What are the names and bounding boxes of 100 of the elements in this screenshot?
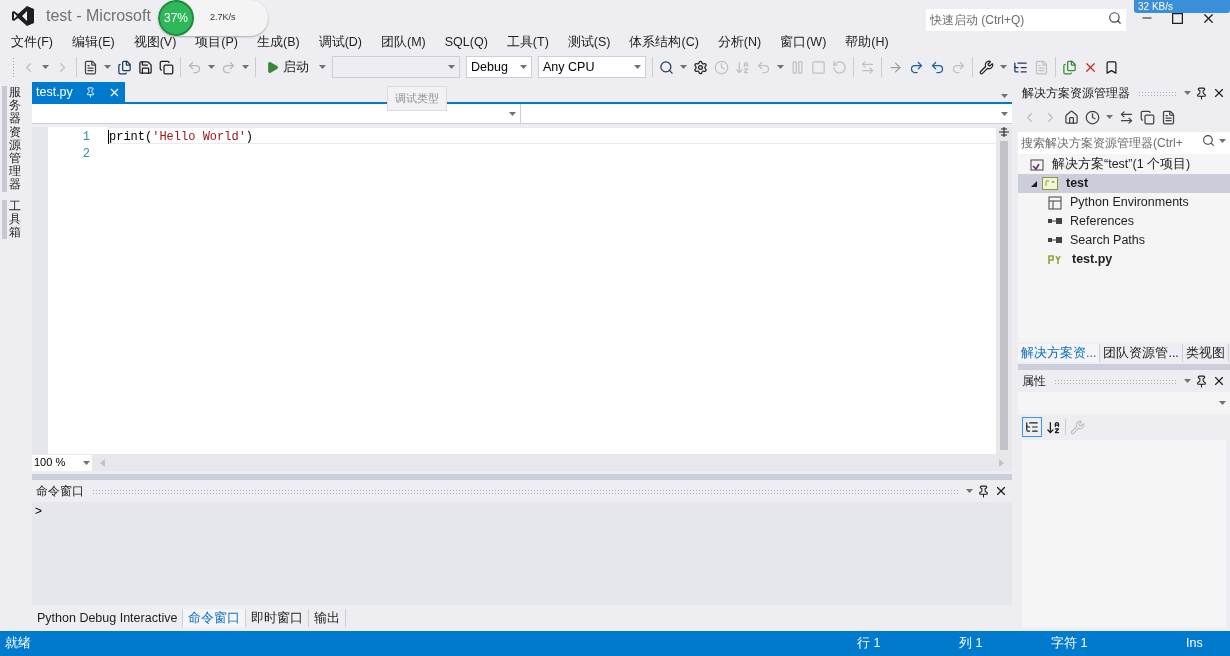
menu-item[interactable]: 窗口(W) (780, 32, 827, 52)
search-icon[interactable] (1202, 134, 1215, 147)
caret-icon (777, 65, 784, 69)
caret-icon (1219, 138, 1226, 143)
home-icon[interactable] (1064, 109, 1079, 125)
caret-icon (1001, 111, 1008, 116)
save-icon[interactable] (138, 59, 153, 75)
search-icon[interactable] (1108, 11, 1122, 25)
column-indicator: 列 1 (959, 635, 984, 653)
bookmark-icon[interactable] (1104, 59, 1119, 75)
expander-icon[interactable] (1030, 179, 1038, 188)
step-over-icon[interactable] (909, 59, 924, 75)
network-speed: 32 KB/s (1138, 1, 1174, 12)
window-title: test - Microsoft (46, 6, 151, 26)
tool-window-tab[interactable]: 命令窗口 (183, 608, 247, 628)
pane-title: 属性 (1022, 373, 1046, 390)
collapse-icon[interactable] (1140, 109, 1155, 125)
dropdown-icon (1184, 91, 1191, 95)
tool-icon[interactable] (979, 59, 994, 75)
download-speed: 2.7K/s (210, 11, 236, 25)
new-file-icon[interactable] (83, 59, 98, 75)
code-line: print('Hello World') (108, 130, 254, 144)
menu-item[interactable]: 项目(P) (195, 32, 238, 52)
menu-item[interactable]: 文件(F) (11, 32, 53, 52)
close-icon[interactable] (1212, 86, 1226, 100)
zoom-dropdown[interactable]: 100 % (32, 454, 92, 471)
tree-item[interactable]: test.py (1018, 250, 1230, 269)
restart-icon[interactable] (832, 59, 847, 75)
pin-icon[interactable] (1195, 374, 1208, 388)
command-prompt: > (35, 504, 42, 518)
tab-list-icon (1001, 94, 1008, 98)
reference-icon (1048, 217, 1062, 226)
logo-icon (12, 6, 34, 26)
tooltip: 调试类型 (387, 86, 447, 111)
pane-title: 命令窗口 (36, 483, 84, 500)
tree-item[interactable]: test (1018, 174, 1230, 193)
menu-item[interactable]: 生成(B) (257, 32, 300, 52)
command-console[interactable]: > (32, 502, 1012, 605)
history-icon[interactable] (1085, 109, 1100, 125)
caret-icon (42, 65, 49, 69)
caret-icon (208, 65, 215, 69)
save-all-icon[interactable] (159, 59, 174, 75)
menu-item[interactable]: 编辑(E) (71, 32, 115, 52)
menu-item[interactable]: SQL(Q) (444, 32, 488, 52)
gear-icon[interactable] (693, 59, 708, 75)
sync-icon[interactable] (1119, 109, 1134, 125)
char-indicator: 字符 1 (1051, 635, 1089, 653)
find-icon[interactable] (659, 59, 674, 75)
menu-item[interactable]: 分析(N) (717, 32, 762, 52)
menu-item[interactable]: 调试(D) (318, 32, 362, 52)
properties-icon[interactable] (1161, 109, 1176, 125)
categorized-button[interactable] (1022, 417, 1042, 437)
pin-icon[interactable] (977, 484, 990, 498)
menu-item[interactable]: 视图(V) (133, 32, 177, 52)
platform-dropdown[interactable]: Any CPU (538, 56, 646, 78)
start-button[interactable]: 启动 (262, 57, 313, 77)
menu-item[interactable]: 团队(M) (381, 32, 426, 52)
pin-icon[interactable] (1195, 86, 1208, 100)
caret-icon (508, 111, 516, 116)
tree-item[interactable]: 解决方案“test”(1 个项目) (1018, 155, 1230, 174)
menu-item[interactable]: 工具(T) (506, 32, 549, 52)
close-icon[interactable] (1212, 374, 1226, 388)
tree-item[interactable]: Search Paths (1018, 231, 1230, 250)
menu-item[interactable]: 帮助(H) (845, 32, 889, 52)
maximize-icon[interactable] (1172, 12, 1183, 24)
line-number: 1 (82, 129, 90, 145)
reference-icon (1048, 236, 1062, 245)
solution-search-field[interactable]: 搜索解决方案资源管理器(Ctrl+ (1018, 132, 1230, 154)
insert-mode: Ins (1186, 635, 1204, 653)
vertical-scrollbar[interactable] (996, 127, 1012, 454)
sort-icon[interactable] (1046, 419, 1061, 435)
caret-icon (242, 65, 249, 69)
tree-item[interactable]: Python Environments (1018, 193, 1230, 212)
line-number: 2 (82, 146, 90, 162)
usage-percent: 37% (164, 10, 188, 27)
tool-window-tab[interactable]: 即时窗口 (246, 608, 310, 628)
quick-launch-field[interactable]: 快速启动 (Ctrl+Q) (926, 9, 1126, 31)
open-file-icon[interactable] (117, 59, 132, 75)
panel-tab[interactable]: 团队资源管... (1100, 343, 1183, 363)
panel-tab[interactable]: 类视图 (1182, 343, 1229, 363)
python-file-icon (1048, 254, 1064, 265)
close-icon[interactable] (994, 484, 1008, 498)
line-indicator: 行 1 (857, 635, 882, 653)
caret-icon (520, 65, 527, 69)
split-icon[interactable] (999, 127, 1009, 137)
tool-window-tab[interactable]: 输出 (309, 608, 347, 628)
indent-icon[interactable] (1013, 59, 1028, 75)
side-tab[interactable]: 工具箱 (2, 199, 22, 240)
step-into-icon[interactable] (930, 59, 945, 75)
menu-item[interactable]: 测试(S) (567, 32, 611, 52)
comment-icon[interactable] (1062, 59, 1077, 75)
play-icon (266, 60, 279, 74)
caret-icon (1106, 115, 1113, 119)
code-editor[interactable]: 1 2 print('Hello World') (32, 127, 996, 454)
configuration-dropdown[interactable]: Debug (466, 56, 532, 78)
menu-item[interactable]: 体系结构(C) (629, 32, 699, 52)
dropdown-icon (1184, 379, 1191, 383)
side-tab[interactable]: 服务器资源管理器 (2, 86, 22, 192)
panel-tab[interactable]: 解决方案资... (1018, 343, 1101, 363)
tree-item[interactable]: References (1018, 212, 1230, 231)
